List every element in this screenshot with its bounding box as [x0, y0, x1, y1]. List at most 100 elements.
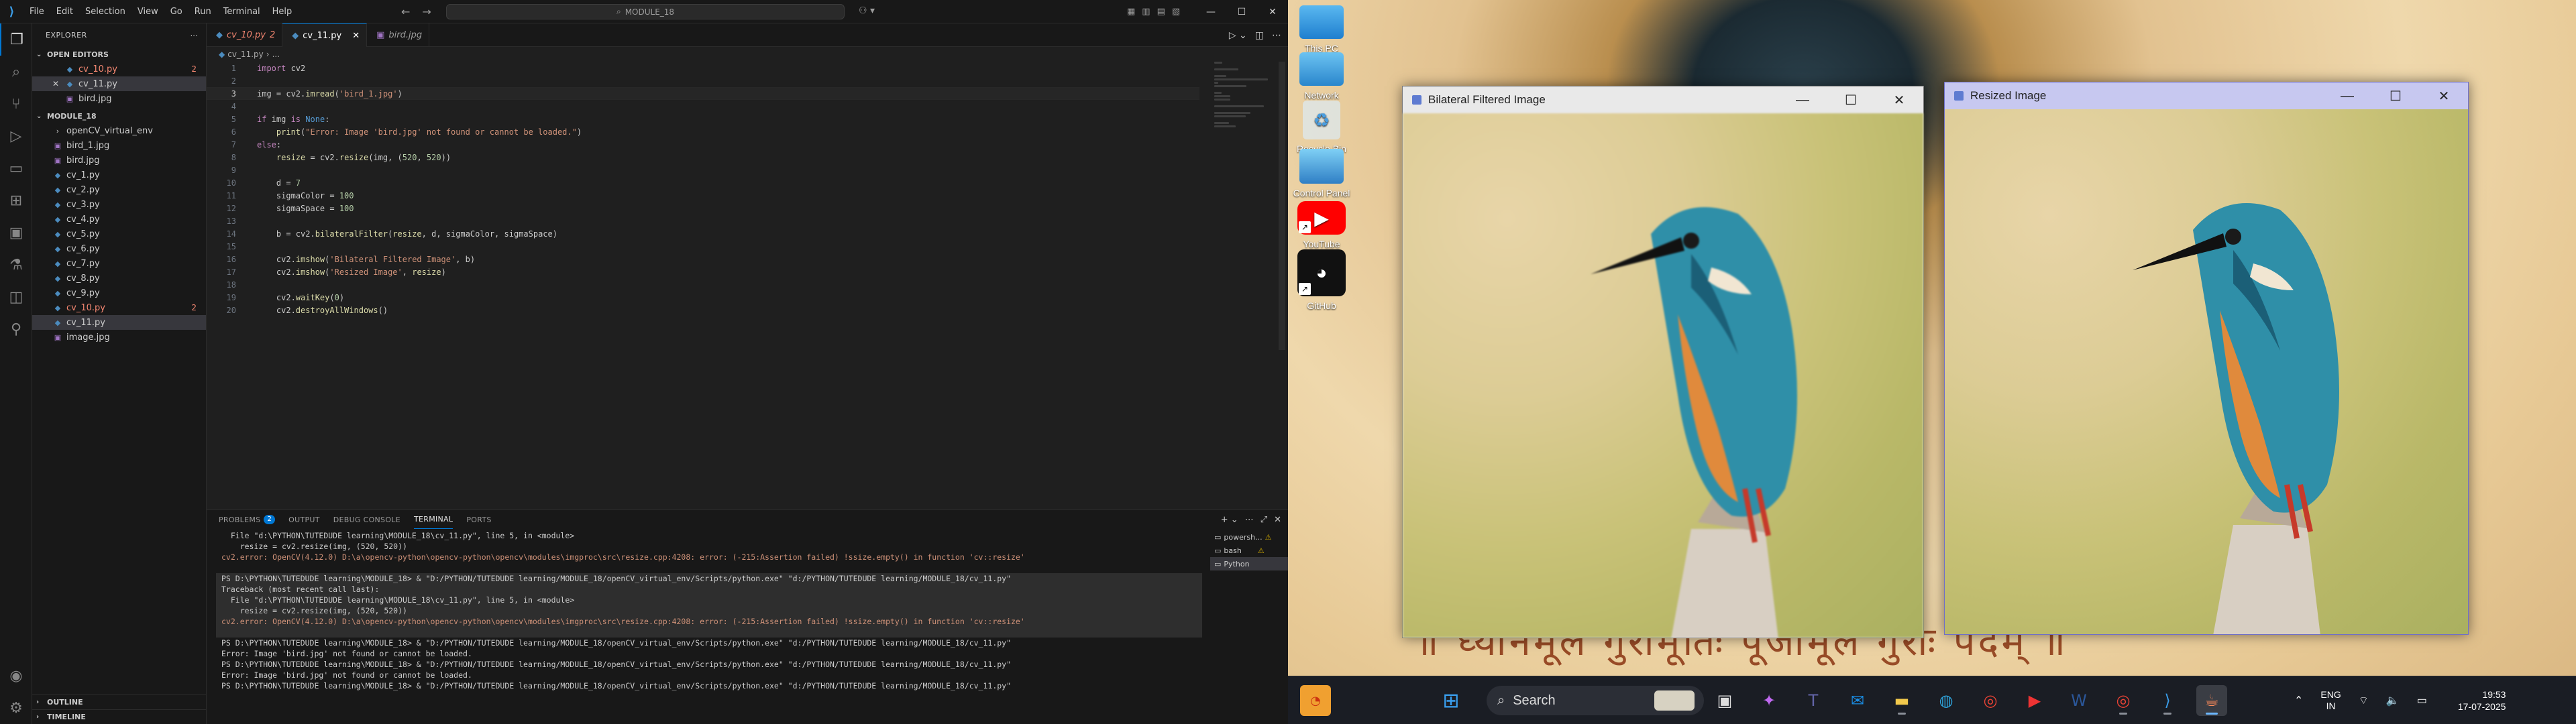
close-tab-icon[interactable]: ✕	[352, 31, 360, 41]
more-actions-icon[interactable]: ⋯	[1245, 515, 1254, 525]
file-item[interactable]: ◆ cv_7.py	[32, 256, 206, 271]
run-python-icon[interactable]: ▷ ⌄	[1229, 30, 1247, 41]
maximize-icon[interactable]: ☐	[2371, 82, 2420, 109]
tray-overflow-chevron-icon[interactable]: ⌃	[2294, 694, 2303, 707]
folder-section[interactable]: ⌄ MODULE_18	[32, 109, 206, 123]
folder-item[interactable]: › openCV_virtual_env	[32, 123, 206, 138]
code-line[interactable]: 18	[207, 278, 1199, 291]
code-line[interactable]: 5 if img is None:	[207, 113, 1199, 125]
close-editor-icon[interactable]: ✕	[52, 79, 62, 88]
tab-bird-jpg[interactable]: ▣ bird.jpg	[367, 23, 430, 47]
tab-problems[interactable]: PROBLEMS 2	[219, 510, 276, 529]
open-editor-item[interactable]: ✕ ◆ cv_11.py	[32, 76, 206, 91]
run-debug-icon[interactable]: ▷	[0, 120, 32, 152]
chrome-profile-icon[interactable]: ◎	[2108, 685, 2139, 716]
file-item[interactable]: ◆ cv_2.py	[32, 182, 206, 197]
code-line[interactable]: 2	[207, 74, 1199, 87]
code-line[interactable]: 12 sigmaSpace = 100	[207, 202, 1199, 215]
search-view-icon[interactable]: ⌕	[0, 56, 32, 88]
file-item[interactable]: ◆ cv_6.py	[32, 241, 206, 256]
docker-icon[interactable]: ▣	[0, 217, 32, 249]
widgets-icon[interactable]: ◔	[1300, 685, 1331, 716]
forward-arrow-icon[interactable]: →	[422, 5, 431, 18]
account-icon[interactable]: ◉	[0, 660, 32, 692]
word-icon[interactable]: W	[2063, 685, 2094, 716]
open-editor-item[interactable]: ▣ bird.jpg	[32, 91, 206, 106]
menu-terminal[interactable]: Terminal	[217, 0, 266, 23]
extensions-icon[interactable]: ⊞	[0, 184, 32, 217]
language-indicator[interactable]: ENG IN	[2320, 689, 2341, 712]
window-title-bar[interactable]: Resized Image — ☐ ✕	[1945, 82, 2468, 109]
code-editor[interactable]: 1 import cv2 2 3 img = cv2.imread('bird_1.jp…	[207, 62, 1199, 316]
volume-icon[interactable]: 🔈	[2386, 694, 2400, 707]
editor-scrollbar[interactable]	[1279, 62, 1285, 350]
menu-help[interactable]: Help	[266, 0, 299, 23]
minimize-icon[interactable]: —	[1778, 86, 1827, 113]
file-item[interactable]: ▣ bird.jpg	[32, 153, 206, 168]
open-editors-section[interactable]: ⌄ OPEN EDITORS	[32, 47, 206, 62]
more-actions-icon[interactable]: ⋯	[191, 31, 199, 40]
desktop-icon-this-pc[interactable]: This PC	[1288, 5, 1355, 54]
resized-image-window[interactable]: Resized Image — ☐ ✕	[1944, 82, 2469, 635]
code-line[interactable]: 3 img = cv2.imread('bird_1.jpg')	[207, 87, 1199, 100]
taskbar-search[interactable]: ⌕ Search	[1487, 686, 1704, 715]
file-item[interactable]: ◆ cv_9.py	[32, 286, 206, 300]
menu-edit[interactable]: Edit	[50, 0, 79, 23]
desktop-icon-network[interactable]: Network	[1288, 52, 1355, 101]
bilateral-filtered-window[interactable]: Bilateral Filtered Image — ☐ ✕	[1402, 86, 1924, 638]
terminal-item-bash[interactable]: ▭ bash ⚠	[1210, 544, 1288, 557]
file-explorer-icon[interactable]: ▬	[1886, 685, 1917, 716]
wifi-icon[interactable]: ⌔	[2359, 694, 2369, 707]
file-item[interactable]: ◆ cv_4.py	[32, 212, 206, 227]
file-item[interactable]: ◆ cv_1.py	[32, 168, 206, 182]
code-line[interactable]: 7 else:	[207, 138, 1199, 151]
minimap[interactable]	[1214, 62, 1275, 127]
code-line[interactable]: 13	[207, 215, 1199, 227]
python-icon[interactable]: ⚲	[0, 313, 32, 345]
file-item[interactable]: ◆ cv_10.py 2	[32, 300, 206, 315]
file-item[interactable]: ◆ cv_11.py	[32, 315, 206, 330]
vscode-taskbar-icon[interactable]: ⟩	[2152, 685, 2183, 716]
code-line[interactable]: 15	[207, 240, 1199, 253]
manage-gear-icon[interactable]: ⚙	[0, 692, 32, 724]
back-arrow-icon[interactable]: ←	[401, 5, 410, 18]
code-line[interactable]: 14 b = cv2.bilateralFilter(resize, d, si…	[207, 227, 1199, 240]
more-actions-icon[interactable]: ⋯	[1272, 30, 1281, 41]
code-line[interactable]: 9	[207, 164, 1199, 176]
new-terminal-icon[interactable]: + ⌄	[1221, 515, 1238, 525]
copilot-icon[interactable]: ⚇ ▾	[859, 5, 875, 16]
menu-file[interactable]: File	[23, 0, 50, 23]
menu-selection[interactable]: Selection	[79, 0, 131, 23]
edge-icon[interactable]: ◍	[1931, 685, 1962, 716]
desktop-icon-recycle-bin[interactable]: ♻ Recycle Bin	[1288, 101, 1355, 154]
desktop-icon-youtube[interactable]: ▶ ↗ YouTube	[1288, 201, 1355, 249]
breadcrumb-symbol[interactable]: ...	[272, 50, 280, 59]
source-control-icon[interactable]: ⑂	[0, 88, 32, 120]
toggle-secondary-sidebar-icon[interactable]: ▧	[1172, 7, 1180, 17]
chat-icon[interactable]: ◫	[0, 281, 32, 313]
menu-view[interactable]: View	[131, 0, 164, 23]
menu-go[interactable]: Go	[164, 0, 189, 23]
layout-grid-icon[interactable]: ▦	[1127, 7, 1135, 17]
breadcrumb-file[interactable]: cv_11.py	[227, 50, 264, 59]
code-line[interactable]: 4	[207, 100, 1199, 113]
file-item[interactable]: ◆ cv_3.py	[32, 197, 206, 212]
outline-section[interactable]: › OUTLINE	[32, 695, 207, 709]
code-line[interactable]: 17 cv2.imshow('Resized Image', resize)	[207, 265, 1199, 278]
close-icon[interactable]: ✕	[1875, 86, 1923, 113]
teams-icon[interactable]: T	[1798, 685, 1829, 716]
tab-ports[interactable]: PORTS	[466, 510, 491, 529]
testing-icon[interactable]: ⚗	[0, 249, 32, 281]
code-line[interactable]: 6 print("Error: Image 'bird.jpg' not fou…	[207, 125, 1199, 138]
start-windows-icon[interactable]: ⊞	[1436, 685, 1466, 716]
code-line[interactable]: 16 cv2.imshow('Bilateral Filtered Image'…	[207, 253, 1199, 265]
clock[interactable]: 19:53 17-07-2025	[2458, 688, 2506, 713]
remote-explorer-icon[interactable]: ▭	[0, 152, 32, 184]
split-editor-icon[interactable]: ◫	[1255, 30, 1264, 41]
file-item[interactable]: ◆ cv_8.py	[32, 271, 206, 286]
open-editor-item[interactable]: ◆ cv_10.py 2	[32, 62, 206, 76]
maximize-icon[interactable]: ☐	[1827, 86, 1875, 113]
tab-terminal[interactable]: TERMINAL	[413, 510, 453, 529]
python-app-icon[interactable]: ☕	[2196, 685, 2227, 716]
explorer-icon[interactable]: ❐	[0, 23, 32, 56]
